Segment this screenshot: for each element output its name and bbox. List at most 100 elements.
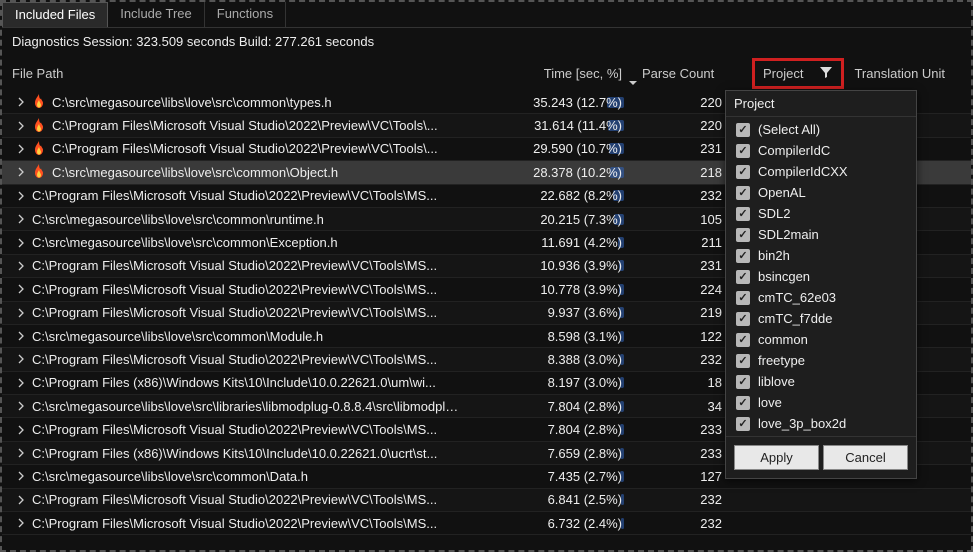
chevron-right-icon[interactable] <box>16 495 26 505</box>
filter-item-label: freetype <box>758 353 805 368</box>
file-path-text: C:\Program Files\Microsoft Visual Studio… <box>52 118 438 133</box>
file-path-text: C:\src\megasource\libs\love\src\common\E… <box>32 235 338 250</box>
file-path-text: C:\Program Files (x86)\Windows Kits\10\I… <box>32 446 437 461</box>
file-path-text: C:\Program Files\Microsoft Visual Studio… <box>32 492 437 507</box>
file-path-text: C:\Program Files\Microsoft Visual Studio… <box>32 305 437 320</box>
chevron-right-icon[interactable] <box>16 167 26 177</box>
chevron-right-icon[interactable] <box>16 308 26 318</box>
chevron-right-icon[interactable] <box>16 121 26 131</box>
header-parse-count[interactable]: Parse Count <box>642 66 742 81</box>
time-value: 8.598 (3.1%) <box>548 329 622 344</box>
tab-included-files[interactable]: Included Files <box>2 2 108 27</box>
header-project[interactable]: Project <box>742 58 844 89</box>
chevron-right-icon[interactable] <box>16 214 26 224</box>
filter-item-label: love_3p_box2d <box>758 416 846 431</box>
filter-item[interactable]: ✓ CompilerIdCXX <box>726 161 916 182</box>
checkbox-checked-icon[interactable]: ✓ <box>736 165 750 179</box>
filter-item-label: cmTC_f7dde <box>758 311 832 326</box>
checkbox-checked-icon[interactable]: ✓ <box>736 354 750 368</box>
filter-item[interactable]: ✓ love <box>726 392 916 413</box>
file-path-text: C:\Program Files\Microsoft Visual Studio… <box>32 422 437 437</box>
file-path-text: C:\src\megasource\libs\love\src\common\M… <box>32 329 323 344</box>
filter-item[interactable]: ✓bsincgen <box>726 266 916 287</box>
chevron-right-icon[interactable] <box>16 191 26 201</box>
cancel-button[interactable]: Cancel <box>823 445 908 470</box>
chevron-right-icon[interactable] <box>16 144 26 154</box>
header-time[interactable]: Time [sec, %] <box>462 66 642 81</box>
filter-item[interactable]: ✓ bin2h <box>726 245 916 266</box>
diagnostics-summary: Diagnostics Session: 323.509 seconds Bui… <box>2 28 971 55</box>
filter-item-label: CompilerIdCXX <box>758 164 848 179</box>
file-path-text: C:\Program Files\Microsoft Visual Studio… <box>32 258 437 273</box>
parse-count-value: 232 <box>642 492 742 507</box>
checkbox-checked-icon[interactable]: ✓ <box>736 417 750 431</box>
filter-item-label: (Select All) <box>758 122 820 137</box>
chevron-right-icon[interactable] <box>16 378 26 388</box>
chevron-right-icon[interactable] <box>16 284 26 294</box>
apply-button[interactable]: Apply <box>734 445 819 470</box>
tab-include-tree[interactable]: Include Tree <box>108 2 205 27</box>
checkbox-checked-icon[interactable]: ✓ <box>736 186 750 200</box>
chevron-right-icon[interactable] <box>16 518 26 528</box>
chevron-right-icon[interactable] <box>16 401 26 411</box>
chevron-right-icon[interactable] <box>16 425 26 435</box>
filter-item[interactable]: ✓liblove <box>726 371 916 392</box>
time-value: 7.659 (2.8%) <box>548 446 622 461</box>
checkbox-checked-icon[interactable]: ✓ <box>736 375 750 389</box>
checkbox-checked-icon[interactable]: ✓ <box>736 228 750 242</box>
chevron-right-icon[interactable] <box>16 331 26 341</box>
filter-item[interactable]: ✓ common <box>726 329 916 350</box>
checkbox-checked-icon[interactable]: ✓ <box>736 249 750 263</box>
chevron-right-icon[interactable] <box>16 471 26 481</box>
checkbox-checked-icon[interactable]: ✓ <box>736 270 750 284</box>
chevron-right-icon[interactable] <box>16 354 26 364</box>
chevron-right-icon[interactable] <box>16 261 26 271</box>
fire-icon <box>32 141 46 157</box>
filter-item[interactable]: ✓ cmTC_f7dde <box>726 308 916 329</box>
checkbox-checked-icon[interactable]: ✓ <box>736 207 750 221</box>
file-path-text: C:\Program Files\Microsoft Visual Studio… <box>32 352 437 367</box>
filter-item[interactable]: ✓OpenAL <box>726 182 916 203</box>
checkbox-checked-icon[interactable]: ✓ <box>736 396 750 410</box>
filter-item-label: SDL2main <box>758 227 819 242</box>
filter-item-label: common <box>758 332 808 347</box>
filter-item-label: bin2h <box>758 248 790 263</box>
checkbox-checked-icon[interactable]: ✓ <box>736 144 750 158</box>
time-value: 8.388 (3.0%) <box>548 352 622 367</box>
time-value: 29.590 (10.7%) <box>533 141 622 156</box>
filter-item-label: cmTC_62e03 <box>758 290 836 305</box>
filter-item[interactable]: ✓ freetype <box>726 350 916 371</box>
chevron-right-icon[interactable] <box>16 97 26 107</box>
filter-item[interactable]: ✓ SDL2main <box>726 224 916 245</box>
header-translation-unit[interactable]: Translation Unit <box>844 66 971 81</box>
header-time-label: Time [sec, %] <box>544 66 622 81</box>
fire-icon <box>32 118 46 134</box>
chevron-right-icon[interactable] <box>16 448 26 458</box>
checkbox-checked-icon[interactable]: ✓ <box>736 333 750 347</box>
file-path-text: C:\Program Files\Microsoft Visual Studio… <box>32 188 437 203</box>
checkbox-checked-icon[interactable]: ✓ <box>736 123 750 137</box>
time-value: 8.197 (3.0%) <box>548 375 622 390</box>
filter-item[interactable]: ✓CompilerIdC <box>726 140 916 161</box>
file-path-text: C:\src\megasource\libs\love\src\common\O… <box>52 165 338 180</box>
table-row[interactable]: C:\Program Files\Microsoft Visual Studio… <box>2 512 971 535</box>
header-file-path[interactable]: File Path <box>2 66 462 81</box>
checkbox-checked-icon[interactable]: ✓ <box>736 312 750 326</box>
filter-item-label: love <box>758 395 782 410</box>
filter-icon <box>819 65 833 82</box>
filter-item[interactable]: ✓ cmTC_62e03 <box>726 287 916 308</box>
checkbox-checked-icon[interactable]: ✓ <box>736 291 750 305</box>
sort-desc-icon <box>628 76 638 91</box>
file-path-text: C:\Program Files\Microsoft Visual Studio… <box>32 282 437 297</box>
filter-item[interactable]: ✓ (Select All) <box>726 119 916 140</box>
filter-list[interactable]: ✓(Select All)✓CompilerIdC✓CompilerIdCXX✓… <box>726 117 916 436</box>
time-value: 9.937 (3.6%) <box>548 305 622 320</box>
file-path-text: C:\src\megasource\libs\love\src\common\t… <box>52 95 332 110</box>
filter-item[interactable]: ✓ love_3p_box2d <box>726 413 916 434</box>
file-path-text: C:\Program Files (x86)\Windows Kits\10\I… <box>32 375 436 390</box>
tab-functions[interactable]: Functions <box>205 2 286 27</box>
chevron-right-icon[interactable] <box>16 238 26 248</box>
table-row[interactable]: C:\Program Files\Microsoft Visual Studio… <box>2 489 971 512</box>
filter-item[interactable]: ✓SDL2 <box>726 203 916 224</box>
tab-bar: Included Files Include Tree Functions <box>2 2 971 28</box>
